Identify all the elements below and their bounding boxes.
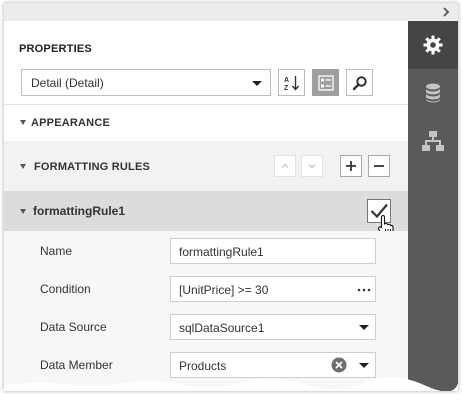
formatting-rules-section-label: FORMATTING RULES xyxy=(34,161,151,173)
categorized-icon xyxy=(317,74,334,91)
object-selector[interactable]: Detail (Detail) xyxy=(21,69,271,96)
categorized-button[interactable] xyxy=(312,69,339,96)
add-rule-button[interactable] xyxy=(340,155,362,177)
svg-text:Z: Z xyxy=(284,85,289,92)
minus-icon xyxy=(374,165,384,167)
caret-down-icon[interactable] xyxy=(359,325,369,330)
ellipsis-icon[interactable] xyxy=(357,288,371,292)
report-designer-frame: PROPERTIES Detail (Detail) A Z APPEARANC… xyxy=(4,3,458,391)
appearance-section-label: APPEARANCE xyxy=(31,117,111,129)
condition-field[interactable]: [UnitPrice] >= 30 xyxy=(170,276,376,302)
move-down-button[interactable] xyxy=(301,155,323,177)
caret-down-icon xyxy=(252,81,262,86)
collapse-triangle-icon xyxy=(20,120,26,125)
collapse-triangle-icon xyxy=(20,164,26,169)
hierarchy-icon xyxy=(422,131,444,151)
svg-text:A: A xyxy=(284,77,289,84)
formatting-rule-name: formattingRule1 xyxy=(33,204,126,218)
condition-field-value: [UnitPrice] >= 30 xyxy=(179,283,269,297)
name-field[interactable]: formattingRule1 xyxy=(170,238,376,264)
formatting-rule-row[interactable]: formattingRule1 xyxy=(4,191,408,238)
property-label: Data Source xyxy=(40,320,107,334)
tab-report-explorer[interactable] xyxy=(408,117,458,165)
collapse-triangle-icon xyxy=(20,209,26,214)
caret-down-icon[interactable] xyxy=(359,363,369,368)
database-icon xyxy=(426,83,440,103)
object-selector-value: Detail (Detail) xyxy=(31,76,104,90)
appearance-section-header[interactable]: APPEARANCE xyxy=(4,105,408,141)
chevron-up-icon xyxy=(281,163,289,168)
panel-title: PROPERTIES xyxy=(19,43,92,55)
name-field-value: formattingRule1 xyxy=(179,245,264,259)
property-label: Name xyxy=(40,244,73,258)
properties-panel: PROPERTIES Detail (Detail) A Z APPEARANC… xyxy=(4,21,408,391)
move-up-button[interactable] xyxy=(274,155,296,177)
panel-top-bar xyxy=(4,3,458,21)
sort-alphabetical-icon: A Z xyxy=(284,75,299,92)
plus-icon xyxy=(346,161,356,171)
search-icon xyxy=(352,75,367,90)
sort-alphabetical-button[interactable]: A Z xyxy=(278,69,305,96)
chevron-right-icon[interactable] xyxy=(440,6,452,18)
data-source-field-value: sqlDataSource1 xyxy=(179,321,265,335)
rule-properties: Name formattingRule1 Condition [UnitPric… xyxy=(4,231,408,391)
tab-field-list[interactable] xyxy=(408,69,458,117)
gear-icon xyxy=(423,35,443,55)
property-label: Condition xyxy=(40,282,91,296)
tab-properties[interactable] xyxy=(408,21,458,69)
remove-rule-button[interactable] xyxy=(368,155,390,177)
torn-edge-decoration xyxy=(4,377,458,391)
formatting-rules-section-header[interactable]: FORMATTING RULES xyxy=(4,141,408,191)
side-tab-strip xyxy=(408,21,458,391)
data-source-field[interactable]: sqlDataSource1 xyxy=(170,314,376,340)
chevron-down-icon xyxy=(308,164,316,169)
search-button[interactable] xyxy=(346,69,373,96)
property-label: Data Member xyxy=(40,358,113,372)
